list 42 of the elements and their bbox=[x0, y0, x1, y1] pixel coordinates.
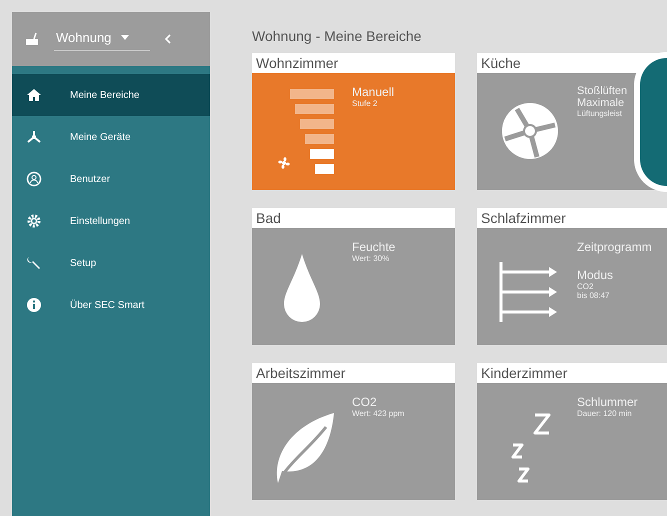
room-title: Kinderzimmer bbox=[477, 363, 667, 383]
room-tile[interactable]: CO2 Wert: 423 ppm bbox=[252, 383, 455, 500]
mode-detail: Maximale bbox=[577, 97, 626, 109]
mode-detail: Dauer: 120 min bbox=[577, 409, 633, 418]
branches-icon bbox=[26, 129, 42, 145]
mode-label: Manuell bbox=[352, 85, 394, 99]
nav-item[interactable]: Setup bbox=[12, 242, 210, 284]
mode-detail: Wert: 30% bbox=[352, 254, 390, 263]
room-title: Bad bbox=[252, 208, 455, 228]
selector-value: Wohnung bbox=[56, 30, 112, 44]
nav-item[interactable]: Benutzer bbox=[12, 158, 210, 200]
room-title: Arbeitszimmer bbox=[252, 363, 455, 383]
mode-label: Stoßlüften bbox=[577, 85, 628, 97]
mode-detail: bis 08:47 bbox=[577, 291, 610, 300]
nav-item[interactable]: Einstellungen bbox=[12, 200, 210, 242]
mode-detail: Lüftungsleist bbox=[577, 109, 623, 118]
mode-detail: CO2 bbox=[577, 282, 594, 291]
room-tile[interactable]: Schlummer Dauer: 120 min bbox=[477, 383, 667, 500]
mode-label: Feuchte bbox=[352, 240, 396, 254]
room-tile[interactable]: Zeitprogramm Modus CO2 bis 08:47 bbox=[477, 228, 667, 345]
mode-detail: Wert: 423 ppm bbox=[352, 409, 404, 418]
mode-label: Zeitprogramm bbox=[577, 240, 652, 254]
caret-icon bbox=[121, 34, 130, 40]
settings-icon bbox=[26, 213, 42, 229]
nav-item[interactable]: Meine Geräte bbox=[12, 116, 210, 158]
user-icon bbox=[26, 171, 42, 187]
room-title: Wohnzimmer bbox=[252, 53, 455, 73]
room-tile[interactable]: Feuchte Wert: 30% bbox=[252, 228, 455, 345]
page-title: Wohnung - Meine Bereiche bbox=[252, 28, 422, 44]
room-title: Schlafzimmer bbox=[477, 208, 667, 228]
mode-detail: Stufe 2 bbox=[352, 99, 378, 108]
home-selector[interactable]: Wohnung bbox=[54, 28, 150, 50]
room-tile[interactable]: Manuell Stufe 2 bbox=[252, 73, 455, 190]
home-icon bbox=[26, 87, 42, 103]
mode-detail: Modus bbox=[577, 268, 614, 282]
nav-item[interactable]: Meine Bereiche bbox=[12, 74, 210, 116]
info-icon bbox=[26, 297, 42, 313]
nav-item[interactable]: Über SEC Smart bbox=[12, 284, 210, 326]
mode-label: Schlummer bbox=[577, 395, 638, 409]
collapse-icon[interactable] bbox=[164, 34, 172, 44]
fan-icon bbox=[276, 155, 292, 171]
mode-label: CO2 bbox=[352, 395, 378, 409]
